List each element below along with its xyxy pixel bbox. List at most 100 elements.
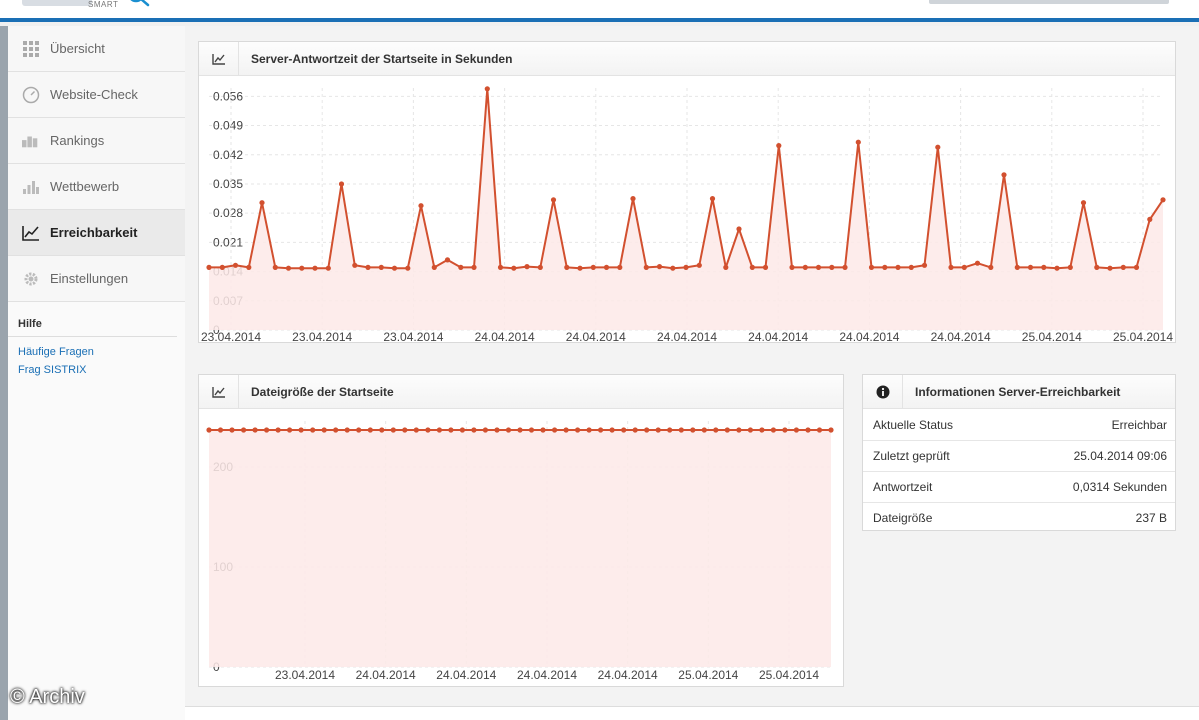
data-point (747, 427, 754, 433)
data-point (590, 264, 596, 270)
data-point (935, 144, 941, 150)
data-point (1001, 172, 1007, 178)
data-point (333, 427, 339, 433)
data-point (678, 427, 684, 433)
sidebar-item-rankings[interactable]: Rankings (8, 118, 185, 164)
data-point (793, 427, 800, 433)
info-row: Antwortzeit 0,0314 Sekunden (863, 471, 1175, 502)
data-point (621, 427, 627, 433)
info-row-value: 0,0314 Sekunden (1072, 480, 1167, 494)
data-point (1147, 216, 1153, 222)
data-point (908, 264, 914, 270)
data-point (413, 427, 419, 433)
data-point (505, 427, 512, 433)
data-point (709, 196, 716, 202)
data-point (644, 427, 650, 433)
footer-strip (185, 706, 1199, 720)
data-point (206, 427, 212, 433)
data-point (1014, 264, 1020, 270)
data-point (564, 264, 570, 270)
data-point (563, 427, 569, 433)
data-point (272, 264, 278, 270)
data-point (484, 86, 490, 92)
data-point (770, 427, 777, 433)
data-point (550, 197, 557, 203)
series-area (209, 430, 831, 667)
data-point (321, 427, 327, 433)
data-point (1041, 264, 1047, 270)
data-point (815, 264, 822, 270)
data-point (988, 264, 994, 270)
data-point (696, 262, 702, 268)
data-point (367, 427, 373, 433)
x-tick-label: 23.04.2014 (292, 330, 352, 342)
y-tick-label: 0.042 (213, 148, 243, 162)
y-tick-label: 0.028 (213, 206, 243, 220)
logo-subtitle: SMART (88, 0, 119, 9)
data-point (1027, 264, 1034, 270)
data-point (855, 139, 861, 145)
help-heading: Hilfe (8, 302, 177, 337)
data-point (805, 427, 811, 433)
data-point (497, 264, 504, 270)
sidebar-item-website-check[interactable]: Website-Check (8, 72, 185, 118)
response-time-title: Server-Antwortzeit der Startseite in Sek… (251, 51, 513, 66)
data-point (344, 427, 350, 433)
data-point (252, 427, 258, 433)
data-point (206, 264, 212, 270)
data-point (298, 427, 304, 433)
data-point (275, 427, 281, 433)
help-link-faq[interactable]: Häufige Fragen (8, 343, 185, 361)
x-tick-label: 24.04.2014 (839, 330, 899, 342)
data-point (517, 427, 523, 433)
data-point (749, 264, 755, 270)
logo[interactable] (22, 0, 92, 6)
x-tick-label: 25.04.2014 (759, 668, 819, 682)
x-tick-label: 24.04.2014 (475, 330, 535, 342)
x-tick-label: 24.04.2014 (517, 668, 577, 682)
data-point (217, 427, 224, 433)
y-tick-label: 0.035 (213, 177, 243, 191)
data-point (1067, 264, 1073, 270)
response-time-chart: 00.0070.0140.0210.0280.0350.0420.0490.05… (201, 86, 1173, 344)
info-row-value: Erreichbar (1111, 417, 1167, 432)
data-point (656, 264, 663, 270)
data-point (948, 264, 954, 270)
help-link-ask-sistrix[interactable]: Frag SISTRIX (8, 361, 185, 379)
data-point (828, 427, 834, 433)
data-point (736, 226, 742, 232)
data-point (405, 265, 411, 271)
data-point (287, 427, 293, 433)
x-tick-label: 24.04.2014 (657, 330, 717, 342)
data-point (683, 264, 689, 270)
sidebar-item-einstellungen[interactable]: Einstellungen (8, 256, 185, 302)
data-point (630, 196, 636, 202)
data-point (974, 260, 981, 266)
data-point (448, 427, 454, 433)
data-point (1160, 197, 1166, 203)
data-point (1120, 264, 1126, 270)
sidebar-item-erreichbarkeit[interactable]: Erreichbarkeit (8, 210, 193, 256)
header-user-links[interactable] (929, 0, 1169, 4)
x-tick-label: 24.04.2014 (566, 330, 626, 342)
data-point (458, 264, 464, 270)
data-point (690, 427, 696, 433)
x-tick-label: 24.04.2014 (436, 668, 496, 682)
data-point (789, 264, 795, 270)
info-row-value: 237 B (1135, 511, 1167, 525)
data-point (390, 427, 396, 433)
sidebar-item-übersicht[interactable]: Übersicht (8, 26, 185, 72)
rankings-icon (22, 132, 40, 150)
sidebar-item-wettbewerb[interactable]: Wettbewerb (8, 164, 185, 210)
data-point (391, 265, 398, 271)
main-content: Server-Antwortzeit der Startseite in Sek… (185, 26, 1199, 720)
sidebar-item-label: Wettbewerb (50, 179, 120, 194)
data-point (895, 264, 901, 270)
data-point (723, 264, 729, 270)
data-point (365, 264, 371, 270)
data-point (425, 427, 431, 433)
data-point (575, 427, 581, 433)
info-row-label: Aktuelle Status (873, 417, 954, 432)
data-point (511, 265, 517, 271)
data-point (609, 427, 615, 433)
